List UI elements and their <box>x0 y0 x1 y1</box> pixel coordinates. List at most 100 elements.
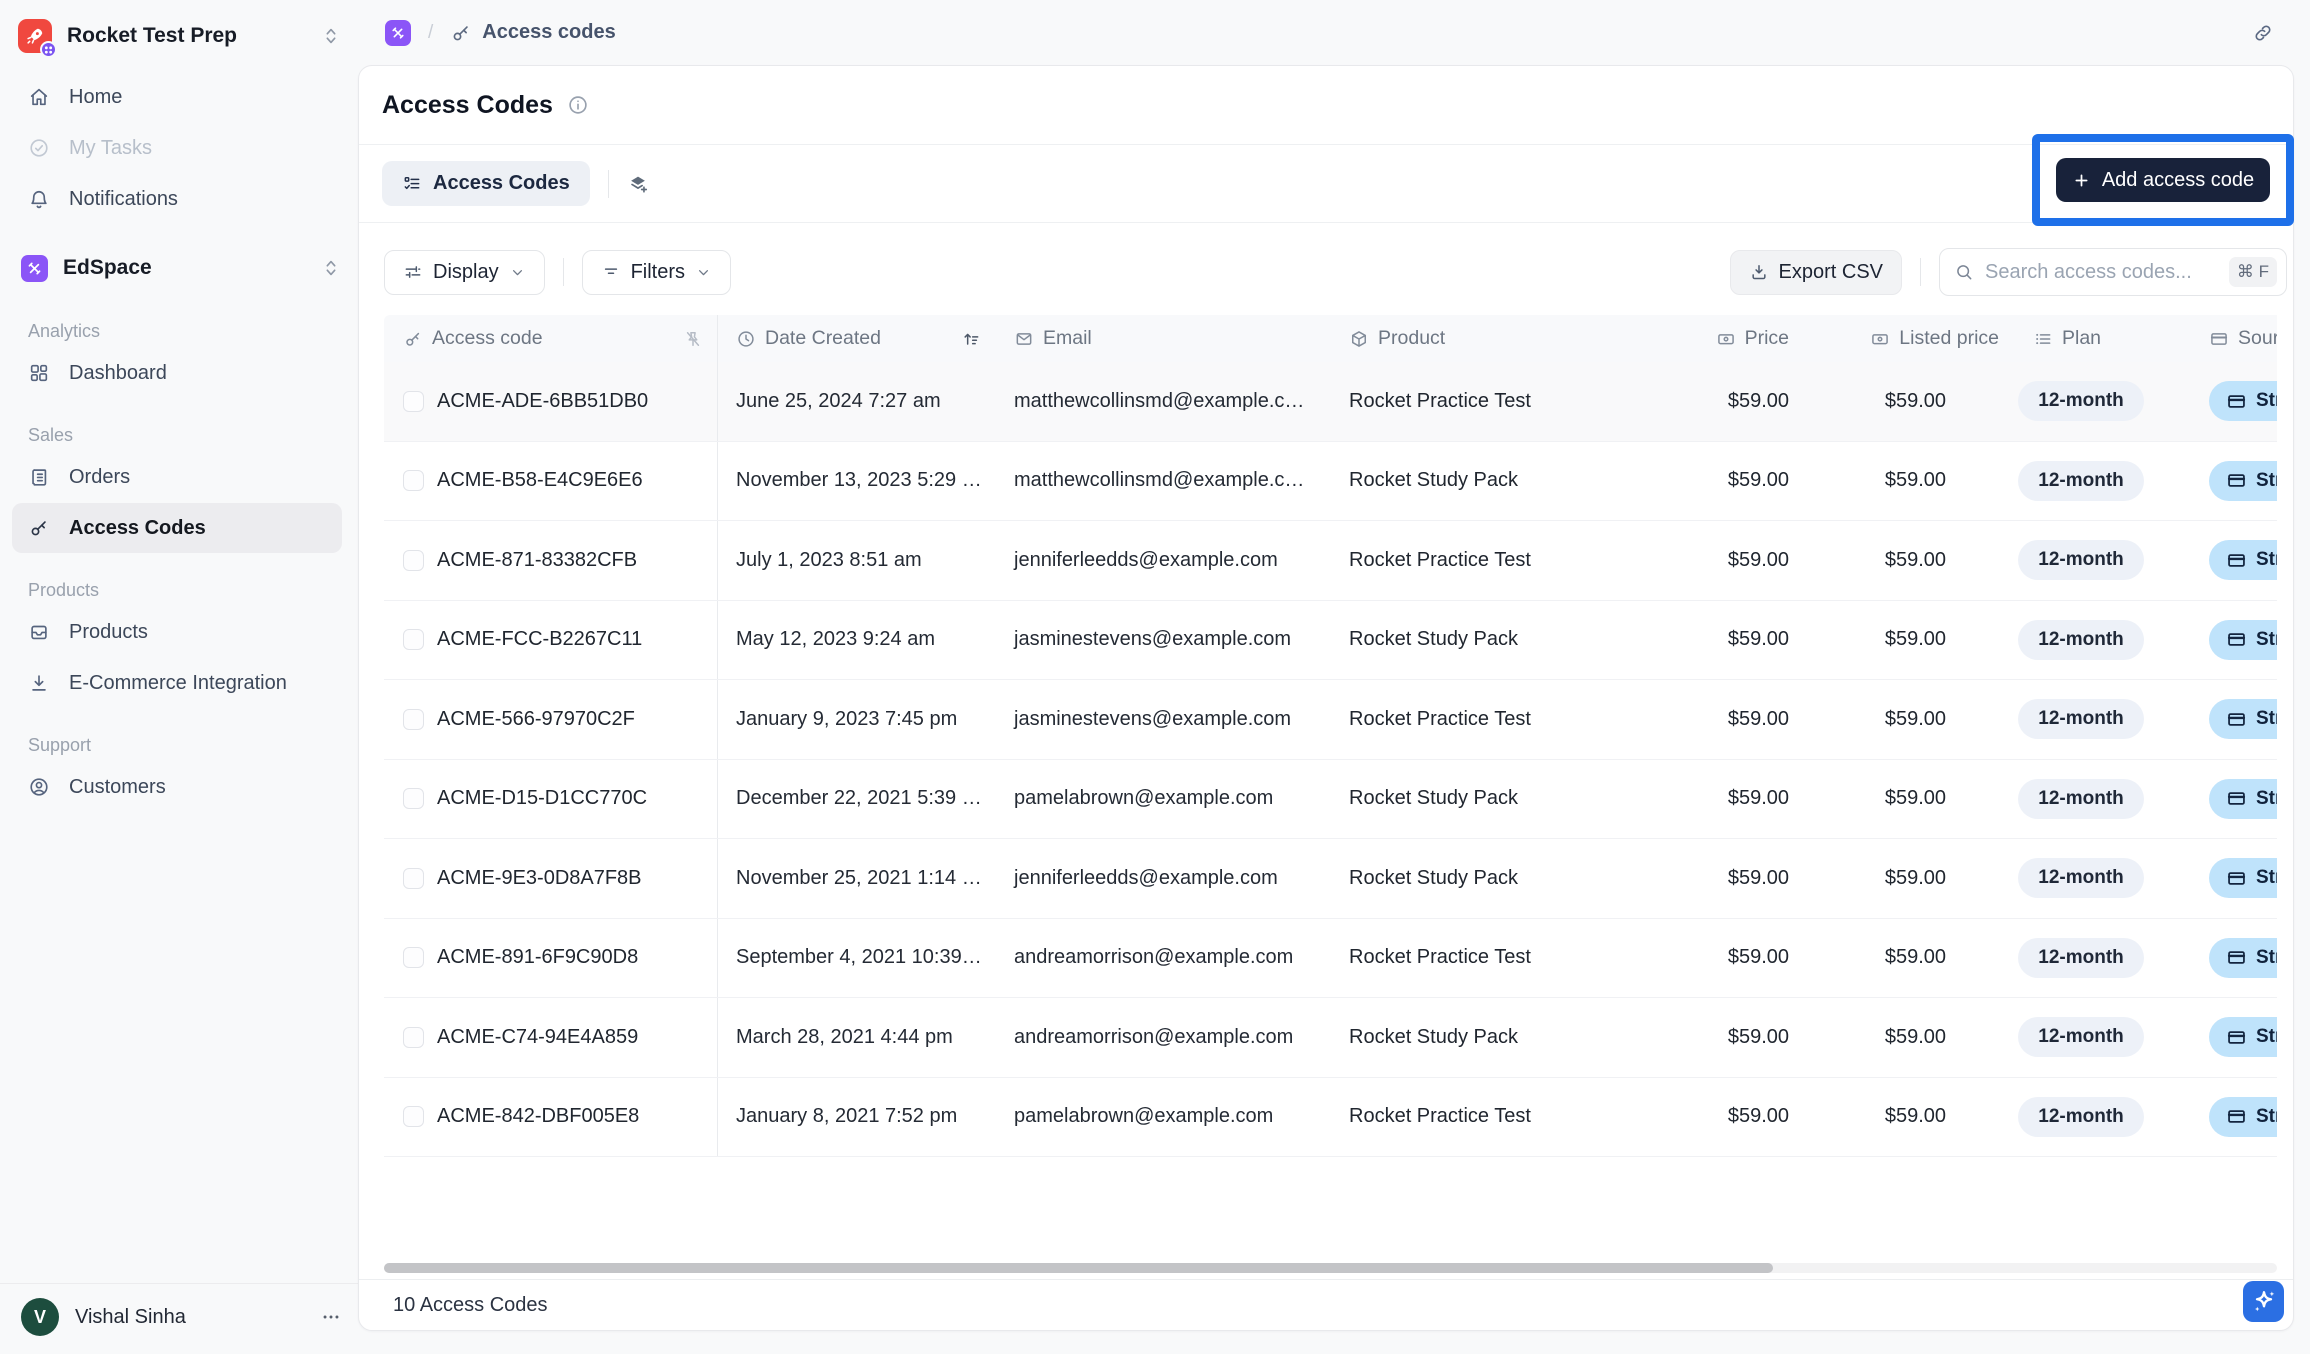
plan-cell: 12-month <box>2001 1078 2161 1157</box>
sidebar-item-notifications[interactable]: Notifications <box>12 174 342 224</box>
search-icon <box>1954 262 1974 282</box>
breadcrumb-page[interactable]: Access codes <box>482 21 615 44</box>
source-badge: Str <box>2209 858 2277 898</box>
sidebar-item-access-codes[interactable]: Access Codes <box>12 503 342 553</box>
plan-cell: 12-month <box>2001 919 2161 998</box>
table-row[interactable]: ACME-891-6F9C90D8 September 4, 2021 10:3… <box>384 919 2277 999</box>
credit-card-icon <box>2226 947 2247 968</box>
row-checkbox[interactable] <box>403 947 424 968</box>
source-label: Str <box>2256 629 2277 651</box>
row-checkbox[interactable] <box>403 470 424 491</box>
column-header-plan[interactable]: Plan <box>2001 315 2161 362</box>
space-switcher[interactable]: EdSpace <box>12 242 342 294</box>
date-created-cell: December 22, 2021 5:39 … <box>718 760 996 839</box>
sidebar-section-sales: Sales <box>28 425 358 446</box>
source-cell: Str <box>2161 1078 2277 1157</box>
column-header-source[interactable]: Source <box>2161 315 2277 362</box>
more-options-icon[interactable] <box>320 1306 342 1328</box>
price-cell: $59.00 <box>1701 601 1801 680</box>
copy-link-icon[interactable] <box>2252 22 2274 44</box>
sidebar-item-my-tasks[interactable]: My Tasks <box>12 123 342 173</box>
sort-ascending-icon[interactable] <box>961 329 981 349</box>
row-checkbox[interactable] <box>403 868 424 889</box>
source-label: Str <box>2256 867 2277 889</box>
source-cell: Str <box>2161 521 2277 600</box>
column-header-date-created[interactable]: Date Created <box>718 315 996 362</box>
email-cell: jenniferleedds@example.com <box>996 521 1331 600</box>
sidebar-item-orders[interactable]: Orders <box>12 452 342 502</box>
table-row[interactable]: ACME-871-83382CFB July 1, 2023 8:51 am j… <box>384 521 2277 601</box>
horizontal-scrollbar-track[interactable] <box>384 1263 2277 1273</box>
key-icon <box>28 517 50 539</box>
row-checkbox[interactable] <box>403 550 424 571</box>
date-created-cell: June 25, 2024 7:27 am <box>718 362 996 441</box>
download-icon <box>28 672 50 694</box>
space-logo <box>21 255 48 282</box>
row-checkbox[interactable] <box>403 709 424 730</box>
sidebar-item-ecommerce-integration[interactable]: E-Commerce Integration <box>12 658 342 708</box>
table-row[interactable]: ACME-D15-D1CC770C December 22, 2021 5:39… <box>384 760 2277 840</box>
table-row[interactable]: ACME-9E3-0D8A7F8B November 25, 2021 1:14… <box>384 839 2277 919</box>
row-checkbox[interactable] <box>403 1106 424 1127</box>
row-checkbox[interactable] <box>403 391 424 412</box>
access-code-value: ACME-ADE-6BB51DB0 <box>437 390 648 413</box>
plan-cell: 12-month <box>2001 680 2161 759</box>
table-row[interactable]: ACME-B58-E4C9E6E6 November 13, 2023 5:29… <box>384 442 2277 522</box>
workspace-badge-icon <box>40 41 57 58</box>
source-label: Str <box>2256 788 2277 810</box>
sidebar-user-row[interactable]: V Vishal Sinha <box>0 1283 358 1354</box>
table-row[interactable]: ACME-566-97970C2F January 9, 2023 7:45 p… <box>384 680 2277 760</box>
workspace-switcher[interactable]: Rocket Test Prep <box>18 12 342 60</box>
column-header-price[interactable]: Price <box>1701 315 1801 362</box>
table-row[interactable]: ACME-ADE-6BB51DB0 June 25, 2024 7:27 am … <box>384 362 2277 442</box>
column-header-listed-price[interactable]: Listed price <box>1801 315 2001 362</box>
access-code-value: ACME-C74-94E4A859 <box>437 1026 638 1049</box>
column-header-product[interactable]: Product <box>1331 315 1701 362</box>
key-icon <box>450 22 472 44</box>
filters-button[interactable]: Filters <box>582 250 731 295</box>
search-input[interactable] <box>1985 261 2229 284</box>
add-access-code-button[interactable]: Add access code <box>2056 158 2270 202</box>
date-created-cell: July 1, 2023 8:51 am <box>718 521 996 600</box>
info-icon[interactable] <box>567 94 589 116</box>
cube-icon <box>1349 329 1369 349</box>
table-row[interactable]: ACME-FCC-B2267C11 May 12, 2023 9:24 am j… <box>384 601 2277 681</box>
horizontal-scrollbar-thumb[interactable] <box>384 1263 1773 1273</box>
divider <box>608 170 609 198</box>
source-badge: Str <box>2209 699 2277 739</box>
date-created-cell: January 8, 2021 7:52 pm <box>718 1078 996 1157</box>
display-button[interactable]: Display <box>384 250 545 295</box>
listed-price-cell: $59.00 <box>1801 680 2001 759</box>
product-cell: Rocket Practice Test <box>1331 680 1701 759</box>
row-checkbox[interactable] <box>403 629 424 650</box>
credit-card-icon <box>2226 550 2247 571</box>
breadcrumb-space-icon[interactable] <box>385 20 411 46</box>
orders-receipt-icon <box>28 466 50 488</box>
listed-price-cell: $59.00 <box>1801 601 2001 680</box>
ai-assistant-button[interactable] <box>2243 1281 2284 1322</box>
search-box[interactable]: ⌘ F <box>1939 248 2287 296</box>
sidebar-item-home[interactable]: Home <box>12 72 342 122</box>
unpin-icon[interactable] <box>683 329 703 349</box>
source-badge: Str <box>2209 381 2277 421</box>
plan-badge: 12-month <box>2018 540 2144 580</box>
email-cell: jenniferleedds@example.com <box>996 839 1331 918</box>
avatar: V <box>21 1298 59 1336</box>
email-cell: matthewcollinsmd@example.c… <box>996 362 1331 441</box>
sidebar-item-dashboard[interactable]: Dashboard <box>12 348 342 398</box>
sidebar-item-label: Home <box>69 86 122 109</box>
column-header-email[interactable]: Email <box>996 315 1331 362</box>
tab-access-codes[interactable]: Access Codes <box>382 161 590 206</box>
export-csv-button[interactable]: Export CSV <box>1730 250 1902 295</box>
banknote-icon <box>1716 329 1736 349</box>
row-checkbox[interactable] <box>403 788 424 809</box>
table-row[interactable]: ACME-C74-94E4A859 March 28, 2021 4:44 pm… <box>384 998 2277 1078</box>
add-view-layers-icon[interactable] <box>627 173 649 195</box>
table-row[interactable]: ACME-842-DBF005E8 January 8, 2021 7:52 p… <box>384 1078 2277 1158</box>
sidebar-item-products[interactable]: Products <box>12 607 342 657</box>
column-header-access-code[interactable]: Access code <box>384 315 718 362</box>
row-checkbox[interactable] <box>403 1027 424 1048</box>
sidebar-item-customers[interactable]: Customers <box>12 762 342 812</box>
column-label: Plan <box>2062 327 2101 350</box>
plan-badge: 12-month <box>2018 779 2144 819</box>
